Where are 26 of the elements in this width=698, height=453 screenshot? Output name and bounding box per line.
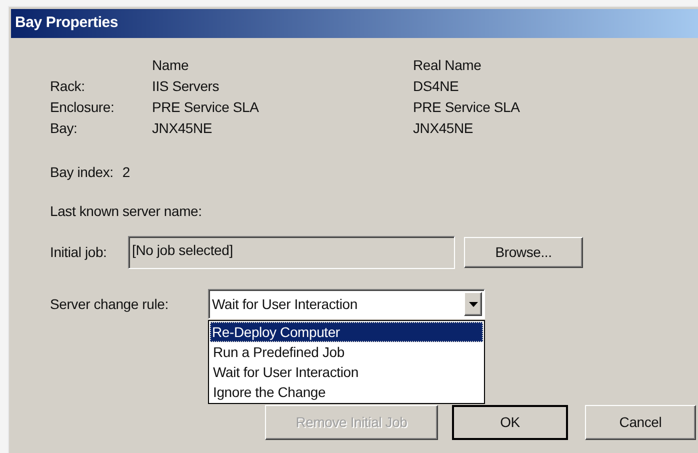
real-name-value: JNX45NE: [413, 119, 474, 138]
name-value: PRE Service SLA: [152, 98, 260, 117]
last-known-server-label: Last known server name:: [50, 203, 202, 219]
real-name-value: PRE Service SLA: [413, 98, 521, 117]
dialog-button[interactable]: OK: [452, 405, 568, 440]
server-change-rule-label: Server change rule:: [50, 294, 170, 314]
bay-index-label: Bay index:: [50, 163, 114, 182]
real-name-value: DS4NE: [413, 77, 460, 96]
row-label: Rack:: [50, 77, 86, 96]
row-label: Bay:: [50, 119, 78, 138]
column-header: Real Name: [413, 56, 482, 75]
dropdown-option[interactable]: Re-Deploy Computer: [210, 322, 483, 342]
column-header: Name: [152, 56, 190, 75]
window-title: Bay Properties: [15, 13, 118, 34]
row-label: Enclosure:: [50, 98, 116, 117]
dropdown-option[interactable]: Ignore the Change: [210, 382, 483, 402]
initial-job-label: Initial job:: [50, 243, 108, 262]
dialog-button[interactable]: Cancel: [585, 405, 696, 440]
bay-index-value: 2: [122, 163, 130, 182]
name-value: JNX45NE: [152, 119, 214, 138]
dropdown-option[interactable]: Wait for User Interaction: [210, 362, 483, 382]
initial-job-field[interactable]: [No job selected]: [128, 236, 455, 269]
dropdown-option[interactable]: Run a Predefined Job: [210, 342, 483, 362]
server-change-rule-dropdown[interactable]: Wait for User Interaction: [208, 289, 485, 319]
name-value: IIS Servers: [152, 77, 220, 96]
browse-button[interactable]: Browse...: [464, 237, 583, 268]
